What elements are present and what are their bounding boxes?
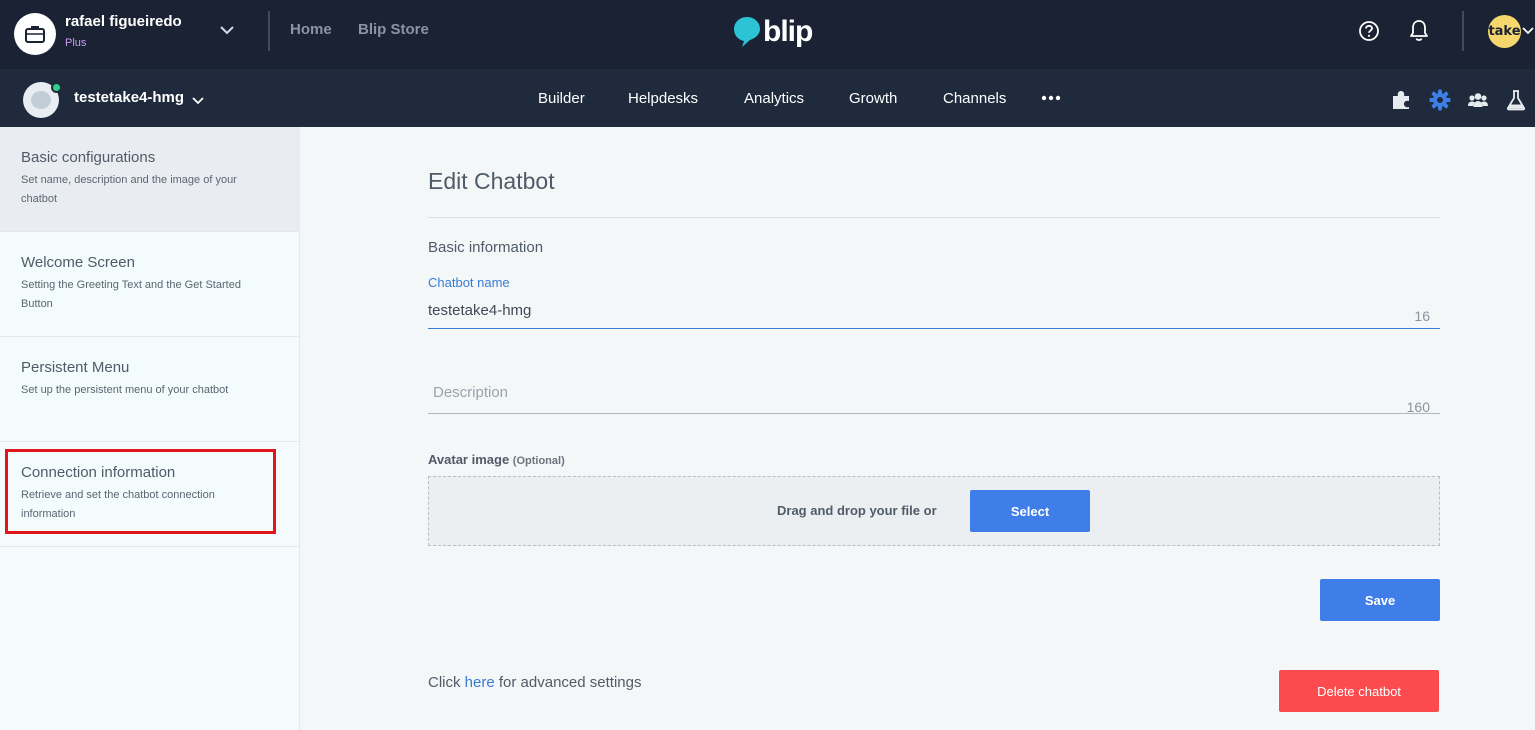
optional-tag: (Optional) <box>512 455 565 467</box>
nav-builder[interactable]: Builder <box>538 90 585 107</box>
bell-icon[interactable] <box>1408 19 1430 43</box>
more-icon[interactable] <box>1041 94 1061 102</box>
logo-text: blip <box>763 15 813 48</box>
delete-chatbot-button[interactable]: Delete chatbot <box>1279 670 1439 712</box>
chevron-down-icon[interactable] <box>1522 24 1534 36</box>
top-bar: rafael figueiredo Plus Home Blip Store b… <box>0 0 1535 69</box>
chatbot-name-input[interactable]: testetake4-hmg <box>428 302 531 319</box>
section-title: Basic information <box>428 239 544 256</box>
advanced-prefix: Click <box>428 674 461 691</box>
bot-avatar-shape <box>31 91 51 109</box>
blip-store-link[interactable]: Blip Store <box>358 21 429 38</box>
bot-nav-bar: testetake4-hmg Builder Helpdesks Analyti… <box>0 69 1535 127</box>
users-icon[interactable] <box>1467 89 1489 111</box>
sidebar-item-basic-configurations[interactable]: Basic configurations Set name, descripti… <box>0 127 300 232</box>
highlight-box <box>5 449 276 534</box>
avatar-image-label: Avatar image (Optional) <box>428 452 565 467</box>
settings-sidebar: Basic configurations Set name, descripti… <box>0 127 300 730</box>
chatbot-name-counter: 16 <box>1414 308 1430 324</box>
drop-text: Drag and drop your file or <box>777 503 937 518</box>
avatar[interactable]: take <box>1488 15 1521 48</box>
online-status-dot <box>51 82 62 93</box>
select-file-button[interactable]: Select <box>970 490 1090 532</box>
chatbot-name-label: Chatbot name <box>428 275 510 290</box>
divider <box>428 217 1440 218</box>
description-underline <box>428 413 1440 414</box>
nav-channels[interactable]: Channels <box>943 90 1006 107</box>
blip-bubble-icon <box>734 17 760 47</box>
briefcase-icon[interactable] <box>14 13 56 55</box>
sidebar-item-description: Set name, description and the image of y… <box>21 174 237 205</box>
org-name[interactable]: rafael figueiredo <box>65 13 182 30</box>
chevron-down-icon[interactable] <box>191 93 205 107</box>
sidebar-item-title: Persistent Menu <box>21 359 130 376</box>
divider <box>1462 11 1464 51</box>
page-title: Edit Chatbot <box>428 168 555 194</box>
sidebar-item-title: Basic configurations <box>21 149 156 166</box>
divider <box>268 11 270 51</box>
chatbot-name-underline <box>428 328 1440 329</box>
description-input[interactable]: Description <box>433 384 508 401</box>
save-button[interactable]: Save <box>1320 579 1440 621</box>
blip-logo[interactable]: blip <box>733 14 813 50</box>
chevron-down-icon[interactable] <box>219 22 235 38</box>
gear-icon[interactable] <box>1429 89 1451 111</box>
avatar-text: take <box>1488 24 1521 39</box>
nav-growth[interactable]: Growth <box>849 90 897 107</box>
sidebar-item-title: Welcome Screen <box>21 254 135 271</box>
avatar-label-text: Avatar image <box>428 452 510 467</box>
help-icon[interactable] <box>1358 20 1380 42</box>
home-link[interactable]: Home <box>290 21 332 38</box>
advanced-settings-link[interactable]: here <box>465 674 495 691</box>
sidebar-item-description: Setting the Greeting Text and the Get St… <box>21 279 241 310</box>
flask-icon[interactable] <box>1505 89 1527 111</box>
bot-name[interactable]: testetake4-hmg <box>74 89 184 106</box>
nav-helpdesks[interactable]: Helpdesks <box>628 90 698 107</box>
advanced-settings-text: Click here for advanced settings <box>428 674 641 691</box>
org-plan-badge: Plus <box>65 37 87 49</box>
advanced-suffix: for advanced settings <box>498 674 642 691</box>
nav-analytics[interactable]: Analytics <box>744 90 804 107</box>
puzzle-icon[interactable] <box>1390 89 1412 111</box>
sidebar-item-persistent-menu[interactable]: Persistent Menu Set up the persistent me… <box>0 337 300 442</box>
sidebar-item-description: Set up the persistent menu of your chatb… <box>21 384 229 396</box>
sidebar-item-welcome-screen[interactable]: Welcome Screen Setting the Greeting Text… <box>0 232 300 337</box>
